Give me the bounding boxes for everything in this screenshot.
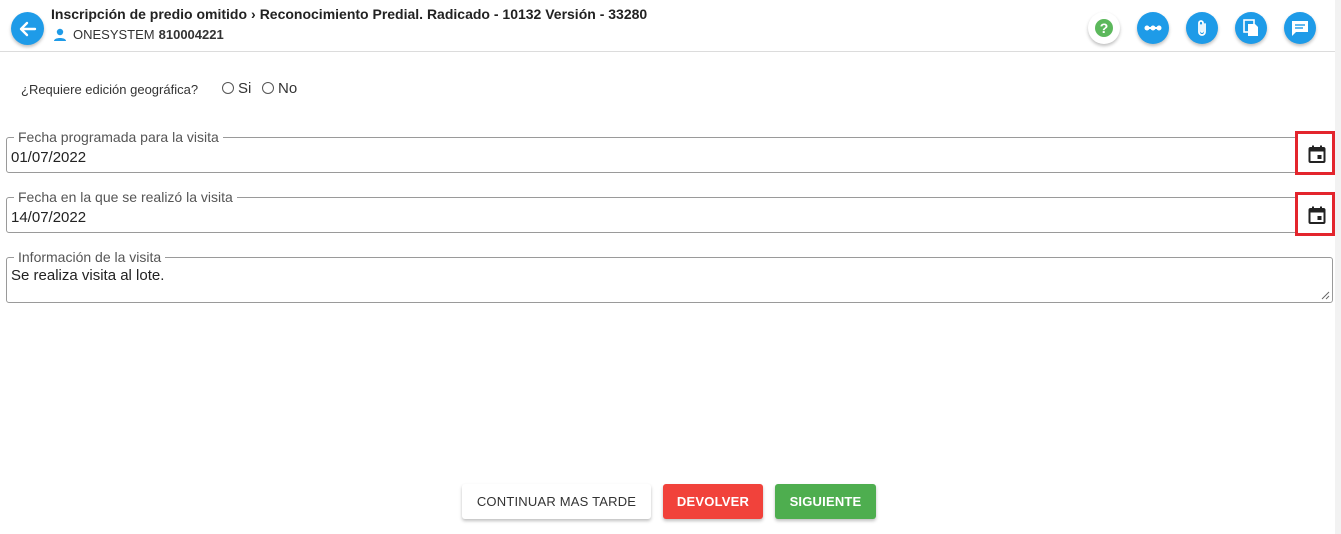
user-id: 810004221	[158, 27, 224, 42]
breadcrumb-current: Reconocimiento Predial. Radicado - 10132…	[259, 6, 648, 22]
geo-edit-question: ¿Requiere edición geográfica?	[21, 82, 199, 97]
header-bar: Inscripción de predio omitido › Reconocimi…	[0, 0, 1341, 52]
visit-done-value[interactable]: 14/07/2022	[11, 209, 86, 226]
arrow-left-icon	[19, 21, 37, 37]
comments-icon	[1292, 21, 1308, 36]
workflow-button[interactable]	[1137, 12, 1169, 44]
help-icon: ?	[1095, 19, 1113, 37]
resize-handle-icon[interactable]	[1321, 291, 1330, 300]
chevron-right-icon: ›	[251, 6, 256, 22]
user-info: ONESYSTEM 810004221	[53, 27, 224, 42]
continue-later-button[interactable]: CONTINUAR MAS TARDE	[462, 484, 651, 519]
attachment-button[interactable]	[1186, 12, 1218, 44]
calendar-icon	[1308, 145, 1326, 163]
visit-info-label: Información de la visita	[14, 249, 166, 265]
visit-scheduled-field[interactable]: Fecha programada para la visita 01/07/20…	[6, 129, 1333, 173]
visit-scheduled-label: Fecha programada para la visita	[14, 129, 223, 145]
workflow-icon	[1144, 25, 1162, 31]
return-button[interactable]: DEVOLVER	[663, 484, 763, 519]
radio-si[interactable]: Si	[222, 80, 251, 97]
back-button[interactable]	[11, 12, 44, 45]
breadcrumb-parent[interactable]: Inscripción de predio omitido	[51, 6, 247, 22]
svg-text:?: ?	[1100, 20, 1109, 36]
radio-circle-icon	[222, 82, 234, 94]
visit-scheduled-value[interactable]: 01/07/2022	[11, 149, 86, 166]
next-button[interactable]: SIGUIENTE	[775, 484, 876, 519]
visit-done-field[interactable]: Fecha en la que se realizó la visita 14/…	[6, 189, 1333, 233]
help-button[interactable]: ?	[1088, 12, 1120, 44]
visit-info-value[interactable]: Se realiza visita al lote.	[11, 267, 164, 284]
radio-no[interactable]: No	[262, 80, 297, 97]
user-icon	[54, 28, 66, 41]
breadcrumb: Inscripción de predio omitido › Reconocimi…	[51, 6, 647, 22]
documents-icon	[1243, 19, 1258, 36]
calendar-icon	[1308, 206, 1326, 224]
calendar-button-done[interactable]	[1295, 192, 1335, 236]
radio-circle-icon	[262, 82, 274, 94]
comments-button[interactable]	[1284, 12, 1316, 44]
visit-done-label: Fecha en la que se realizó la visita	[14, 189, 237, 205]
scrollbar[interactable]	[1335, 0, 1341, 534]
radio-no-label: No	[278, 80, 298, 97]
user-name: ONESYSTEM	[73, 27, 155, 42]
attachment-icon	[1198, 20, 1206, 36]
radio-si-label: Si	[238, 80, 252, 97]
calendar-button-scheduled[interactable]	[1295, 131, 1335, 175]
documents-button[interactable]	[1235, 12, 1267, 44]
visit-info-field[interactable]: Información de la visita Se realiza visi…	[6, 249, 1333, 303]
